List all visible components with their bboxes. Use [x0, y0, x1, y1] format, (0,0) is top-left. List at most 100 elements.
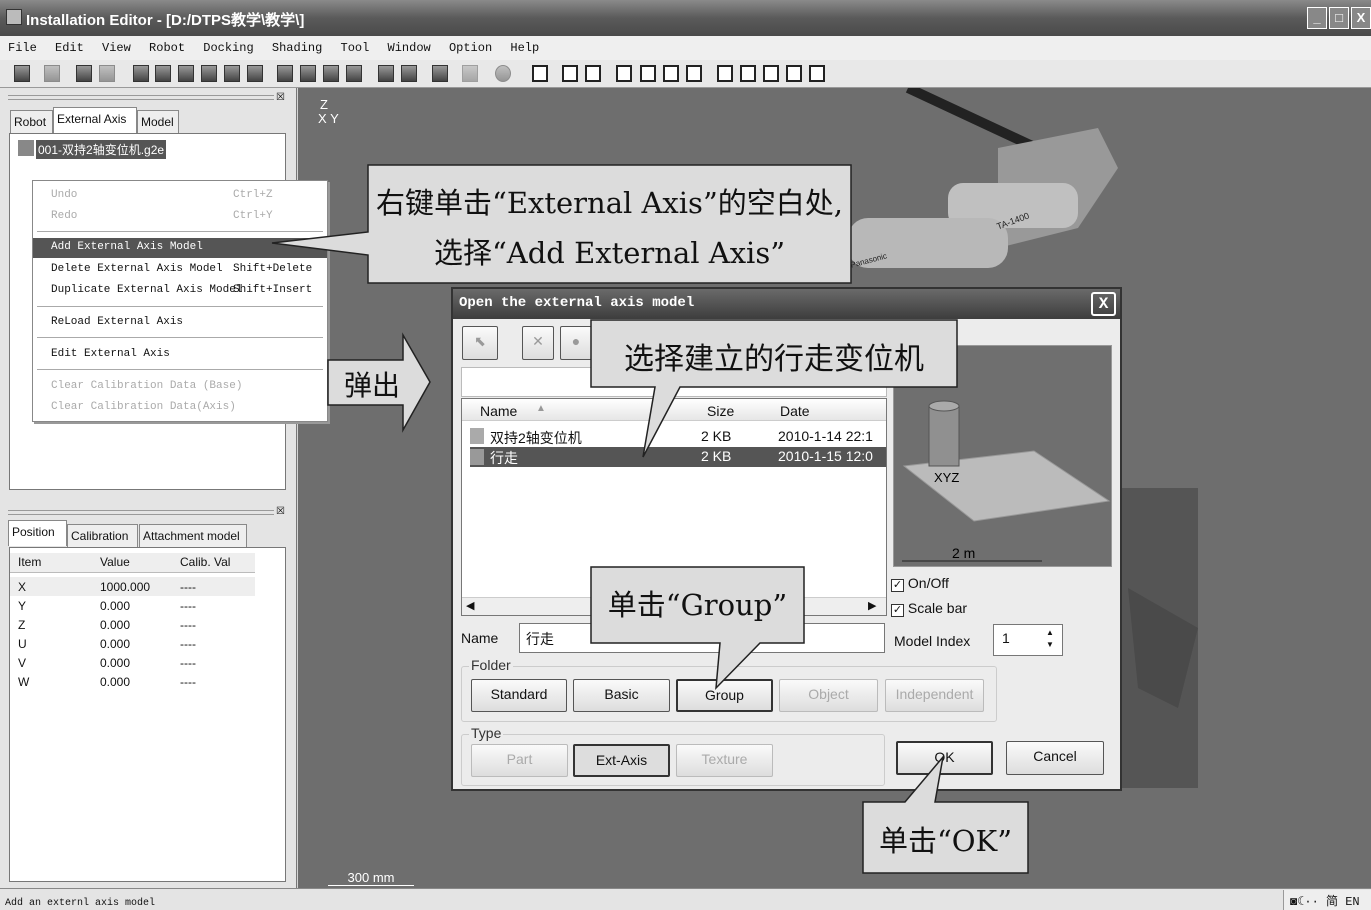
new-folder-icon[interactable]: ● — [560, 326, 592, 360]
folder-independent-button[interactable]: Independent — [885, 679, 984, 712]
ime-tray[interactable]: ◙☾·· 简 EN — [1283, 890, 1371, 910]
table-row[interactable]: V 0.000 ---- — [10, 653, 255, 672]
info-icon[interactable] — [495, 65, 511, 82]
layout-4e-icon[interactable] — [809, 65, 825, 82]
scroll-left-icon[interactable]: ◀ — [466, 599, 474, 612]
menu-window[interactable]: Window — [388, 41, 431, 55]
layers-icon[interactable] — [432, 65, 448, 82]
menu-item-duplicate[interactable]: Duplicate External Axis Model Shift+Inser… — [33, 281, 327, 301]
close-button[interactable]: X — [1351, 7, 1371, 29]
menu-item-clear-axis[interactable]: Clear Calibration Data(Axis) — [33, 398, 327, 418]
shade2-icon[interactable] — [323, 65, 339, 82]
menu-view[interactable]: View — [102, 41, 131, 55]
robot-tool4-icon[interactable] — [201, 65, 217, 82]
menu-item-redo[interactable]: Redo Ctrl+Y — [33, 207, 327, 227]
layout-3b-icon[interactable] — [640, 65, 656, 82]
col-item[interactable]: Item — [10, 553, 92, 572]
view-icon[interactable] — [277, 65, 293, 82]
dialog-close-button[interactable]: X — [1091, 292, 1116, 316]
robot-tool5-icon[interactable] — [224, 65, 240, 82]
panel-grip-2[interactable] — [8, 510, 274, 515]
folder-basic-button[interactable]: Basic — [573, 679, 670, 712]
layout-4b-icon[interactable] — [740, 65, 756, 82]
grid-icon[interactable] — [462, 65, 478, 82]
menu-tool[interactable]: Tool — [341, 41, 370, 55]
type-part-button[interactable]: Part — [471, 744, 568, 777]
ok-button[interactable]: OK — [896, 741, 993, 775]
robot-tool3-icon[interactable] — [178, 65, 194, 82]
table-row[interactable]: W 0.000 ---- — [10, 672, 255, 691]
tab-calibration[interactable]: Calibration — [67, 524, 138, 547]
type-ext-axis-button[interactable]: Ext-Axis — [573, 744, 670, 777]
tab-robot[interactable]: Robot — [10, 110, 53, 133]
menu-shading[interactable]: Shading — [272, 41, 322, 55]
menu-item-add-external-axis-model[interactable]: Add External Axis Model — [33, 238, 327, 258]
solid-icon[interactable] — [378, 65, 394, 82]
save-icon[interactable] — [14, 65, 30, 82]
folder-standard-button[interactable]: Standard — [471, 679, 567, 712]
tab-external-axis[interactable]: External Axis — [53, 107, 137, 133]
menu-item-clear-base[interactable]: Clear Calibration Data (Base) — [33, 377, 327, 397]
col-date[interactable]: Date — [780, 403, 810, 419]
menu-item-delete[interactable]: Delete External Axis Model Shift+Delete — [33, 260, 327, 280]
maximize-button[interactable]: □ — [1329, 7, 1349, 29]
menu-item-reload[interactable]: ReLoad External Axis — [33, 313, 327, 333]
menu-robot[interactable]: Robot — [149, 41, 185, 55]
delete-icon[interactable]: ✕ — [522, 326, 554, 360]
col-calib[interactable]: Calib. Val — [172, 553, 255, 572]
menu-help[interactable]: Help — [510, 41, 539, 55]
checkbox-checked-icon[interactable]: ✓ — [891, 604, 904, 617]
table-row[interactable]: Z 0.000 ---- — [10, 615, 255, 634]
layout-4a-icon[interactable] — [717, 65, 733, 82]
ime-icon[interactable]: ◙☾·· — [1290, 895, 1319, 909]
layout-3a-icon[interactable] — [616, 65, 632, 82]
col-size[interactable]: Size — [707, 403, 734, 419]
cancel-button[interactable]: Cancel — [1006, 741, 1104, 775]
col-value[interactable]: Value — [92, 553, 172, 572]
layout-4d-icon[interactable] — [786, 65, 802, 82]
name-input[interactable]: 行走 — [519, 623, 885, 653]
table-row[interactable]: X 1000.000 ---- — [10, 577, 255, 596]
layout-3d-icon[interactable] — [686, 65, 702, 82]
tree-item[interactable]: 001-双持2轴变位机.g2e — [36, 140, 167, 159]
shade-icon[interactable] — [300, 65, 316, 82]
menu-docking[interactable]: Docking — [203, 41, 253, 55]
file-row-selected[interactable]: 行走 2 KB 2010-1-15 12:0 — [470, 447, 886, 467]
layout-4c-icon[interactable] — [763, 65, 779, 82]
layout-2v-icon[interactable] — [562, 65, 578, 82]
folder-object-button[interactable]: Object — [779, 679, 878, 712]
panel-close-icon-2[interactable]: ☒ — [276, 506, 285, 517]
robot-tool6-icon[interactable] — [247, 65, 263, 82]
file-row[interactable]: 双持2轴变位机 2 KB 2010-1-14 22:1 — [470, 426, 886, 446]
tab-attachment-model[interactable]: Attachment model — [139, 524, 247, 547]
menu-file[interactable]: File — [8, 41, 37, 55]
robot-tool-icon[interactable] — [133, 65, 149, 82]
minimize-button[interactable]: _ — [1307, 7, 1327, 29]
type-texture-button[interactable]: Texture — [676, 744, 773, 777]
panel-close-icon[interactable]: ☒ — [276, 92, 285, 103]
menu-item-edit[interactable]: Edit External Axis — [33, 345, 327, 365]
onoff-checkbox[interactable]: ✓ On/Off — [891, 575, 949, 592]
tab-position[interactable]: Position — [8, 520, 67, 546]
tree-icon[interactable] — [76, 65, 92, 82]
back-icon[interactable]: ⬉ — [462, 326, 498, 360]
checkbox-checked-icon[interactable]: ✓ — [891, 579, 904, 592]
ime-language[interactable]: 简 EN — [1326, 895, 1360, 909]
layout-2h-icon[interactable] — [585, 65, 601, 82]
chart-icon[interactable] — [401, 65, 417, 82]
table-row[interactable]: Y 0.000 ---- — [10, 596, 255, 615]
layout-1-icon[interactable] — [532, 65, 548, 82]
tree2-icon[interactable] — [99, 65, 115, 82]
panel-grip[interactable] — [8, 95, 274, 100]
menu-option[interactable]: Option — [449, 41, 492, 55]
model-index-spinner[interactable]: 1 ▲ ▼ — [993, 624, 1063, 656]
menu-edit[interactable]: Edit — [55, 41, 84, 55]
copy-icon[interactable] — [44, 65, 60, 82]
layout-3c-icon[interactable] — [663, 65, 679, 82]
folder-group-button[interactable]: Group — [676, 679, 773, 712]
robot-tool2-icon[interactable] — [155, 65, 171, 82]
tab-model[interactable]: Model — [137, 110, 179, 133]
menu-item-undo[interactable]: Undo Ctrl+Z — [33, 186, 327, 206]
scalebar-checkbox[interactable]: ✓ Scale bar — [891, 600, 967, 617]
spin-arrows-icon[interactable]: ▲ ▼ — [1046, 627, 1054, 651]
